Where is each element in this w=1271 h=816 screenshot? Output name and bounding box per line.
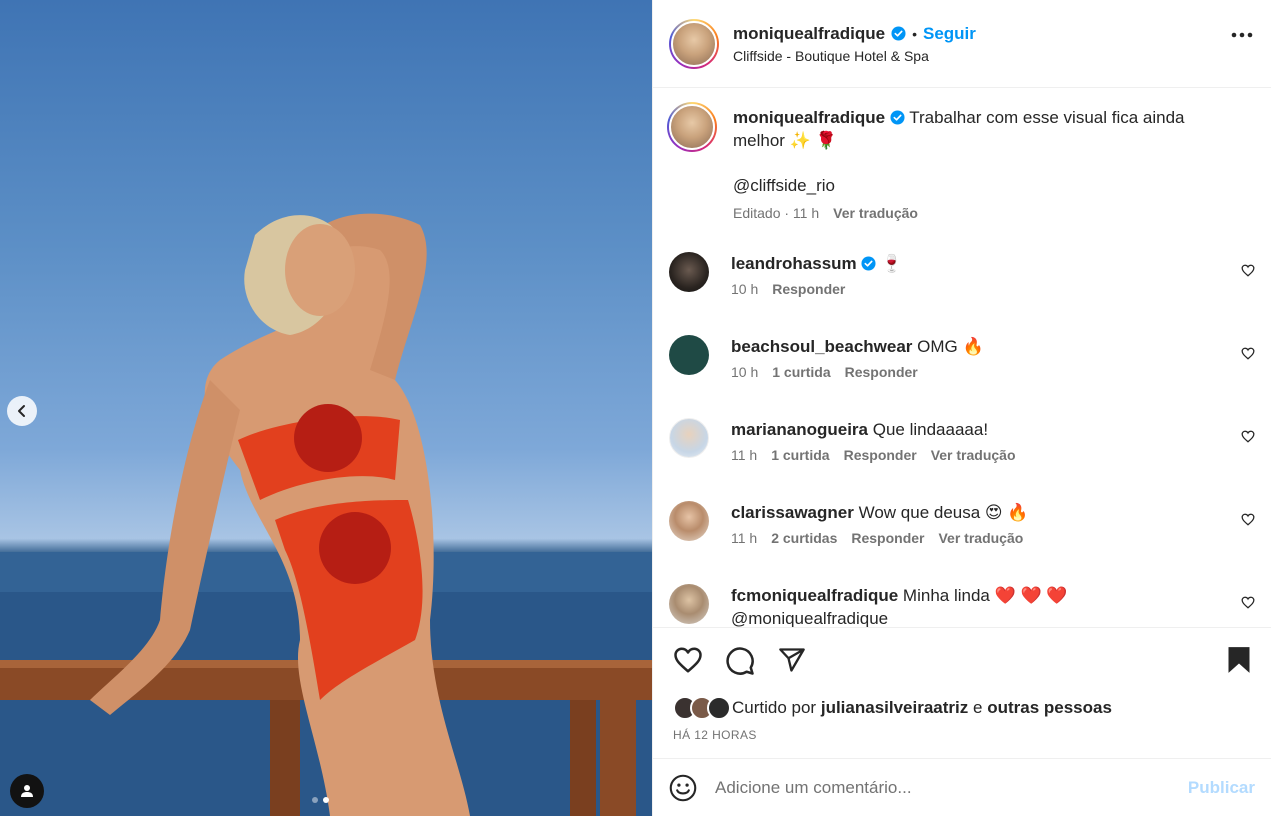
author-avatar[interactable] bbox=[669, 18, 719, 69]
publish-button[interactable]: Publicar bbox=[1188, 778, 1255, 798]
comment-like-icon[interactable] bbox=[1241, 430, 1255, 443]
carousel-dot-active bbox=[323, 797, 329, 803]
reply-button[interactable]: Responder bbox=[772, 281, 845, 297]
post-actions: Curtido por julianasilveiraatriz e outra… bbox=[653, 627, 1271, 758]
comment-likes[interactable]: 1 curtida bbox=[772, 364, 830, 380]
bookmark-icon[interactable] bbox=[1227, 646, 1251, 674]
liker-avatars bbox=[673, 696, 731, 720]
separator-dot: • bbox=[912, 25, 917, 42]
comment-like-icon[interactable] bbox=[1241, 347, 1255, 360]
comment-like-icon[interactable] bbox=[1241, 264, 1255, 277]
comment-text: OMG 🔥 bbox=[917, 337, 984, 356]
likes-others[interactable]: outras pessoas bbox=[987, 698, 1112, 718]
reply-button[interactable]: Responder bbox=[844, 447, 917, 463]
comment-username[interactable]: beachsoul_beachwear bbox=[731, 337, 912, 356]
tagged-users-button[interactable] bbox=[10, 774, 44, 808]
likes-prefix: Curtido por bbox=[732, 698, 817, 717]
post-image[interactable] bbox=[0, 0, 652, 816]
post-location[interactable]: Cliffside - Boutique Hotel & Spa bbox=[733, 48, 976, 64]
likes-conj: e bbox=[972, 698, 983, 717]
comment-item: leandrohassum 🍷 10 h Responder bbox=[669, 252, 1255, 335]
comment-time: 10 h bbox=[731, 364, 759, 380]
verified-badge-icon bbox=[890, 110, 905, 125]
likes-user[interactable]: julianasilveiraatriz bbox=[821, 698, 968, 718]
caption-mention[interactable]: @cliffside_rio bbox=[733, 174, 1225, 197]
comment-mention[interactable]: @moniquealfradique bbox=[731, 607, 1225, 627]
comment-username[interactable]: mariananogueira bbox=[731, 420, 868, 439]
comment-item: clarissawagner Wow que deusa 😍 🔥 11 h 2 … bbox=[669, 501, 1255, 584]
user-tag-icon bbox=[21, 785, 33, 797]
verified-badge-icon bbox=[891, 26, 906, 41]
carousel-dot bbox=[312, 797, 318, 803]
caption-edited: Editado · 11 h bbox=[733, 205, 820, 221]
commenter-avatar[interactable] bbox=[669, 584, 709, 624]
comment-composer: Publicar bbox=[653, 758, 1271, 816]
comment-text: Que lindaaaaa! bbox=[872, 420, 989, 439]
caption-translate[interactable]: Ver tradução bbox=[833, 205, 918, 221]
comment-item: mariananogueira Que lindaaaaa! 11 h 1 cu… bbox=[669, 418, 1255, 501]
instagram-post-modal: moniquealfradique • Seguir Cliffside - B… bbox=[0, 0, 1271, 816]
emoji-icon[interactable] bbox=[669, 774, 697, 802]
comment-likes[interactable]: 1 curtida bbox=[771, 447, 829, 463]
chevron-left-icon bbox=[18, 405, 25, 417]
heart-icon[interactable] bbox=[673, 646, 703, 674]
more-options-icon[interactable] bbox=[1231, 32, 1253, 38]
comment-time: 11 h bbox=[731, 447, 758, 463]
commenter-avatar[interactable] bbox=[669, 335, 709, 375]
caption-avatar[interactable] bbox=[667, 102, 717, 152]
follow-button[interactable]: Seguir bbox=[923, 24, 976, 44]
comments-list[interactable]: moniquealfradique Trabalhar com esse vis… bbox=[653, 88, 1271, 627]
comment-item: fcmoniquealfradique Minha linda ❤️ ❤️ ❤️… bbox=[669, 584, 1255, 627]
post-timestamp: HÁ 12 HORAS bbox=[673, 728, 757, 742]
comment-like-icon[interactable] bbox=[1241, 596, 1255, 609]
commenter-avatar[interactable] bbox=[669, 252, 709, 292]
post-side-panel: moniquealfradique • Seguir Cliffside - B… bbox=[652, 0, 1271, 816]
comment-text: Minha linda ❤️ ❤️ ❤️ bbox=[902, 586, 1068, 605]
comment-text: Wow que deusa 😍 🔥 bbox=[858, 503, 1029, 522]
reply-button[interactable]: Responder bbox=[845, 364, 918, 380]
share-icon[interactable] bbox=[777, 646, 807, 674]
caption: moniquealfradique Trabalhar com esse vis… bbox=[667, 102, 1255, 252]
comment-username[interactable]: leandrohassum bbox=[731, 254, 857, 273]
post-header: moniquealfradique • Seguir Cliffside - B… bbox=[653, 0, 1271, 88]
reply-button[interactable]: Responder bbox=[851, 530, 924, 546]
comment-icon[interactable] bbox=[725, 646, 755, 676]
translate-button[interactable]: Ver tradução bbox=[931, 447, 1016, 463]
commenter-avatar[interactable] bbox=[669, 501, 709, 541]
translate-button[interactable]: Ver tradução bbox=[938, 530, 1023, 546]
comment-time: 11 h bbox=[731, 530, 758, 546]
comment-likes[interactable]: 2 curtidas bbox=[771, 530, 837, 546]
author-username[interactable]: moniquealfradique bbox=[733, 24, 885, 44]
comment-input[interactable] bbox=[715, 777, 1188, 798]
previous-image-button[interactable] bbox=[7, 396, 37, 426]
comment-username[interactable]: clarissawagner bbox=[731, 503, 854, 522]
comment-username[interactable]: fcmoniquealfradique bbox=[731, 586, 898, 605]
comment-item: beachsoul_beachwear OMG 🔥 10 h 1 curtida… bbox=[669, 335, 1255, 418]
photo-illustration bbox=[0, 213, 652, 816]
comment-like-icon[interactable] bbox=[1241, 513, 1255, 526]
verified-badge-icon bbox=[861, 256, 876, 271]
comment-time: 10 h bbox=[731, 281, 759, 297]
carousel-indicator bbox=[312, 797, 329, 803]
caption-username[interactable]: moniquealfradique bbox=[733, 108, 885, 127]
comment-text: 🍷 bbox=[881, 254, 903, 273]
likes-summary[interactable]: Curtido por julianasilveiraatriz e outra… bbox=[673, 696, 1112, 720]
commenter-avatar[interactable] bbox=[669, 418, 709, 458]
